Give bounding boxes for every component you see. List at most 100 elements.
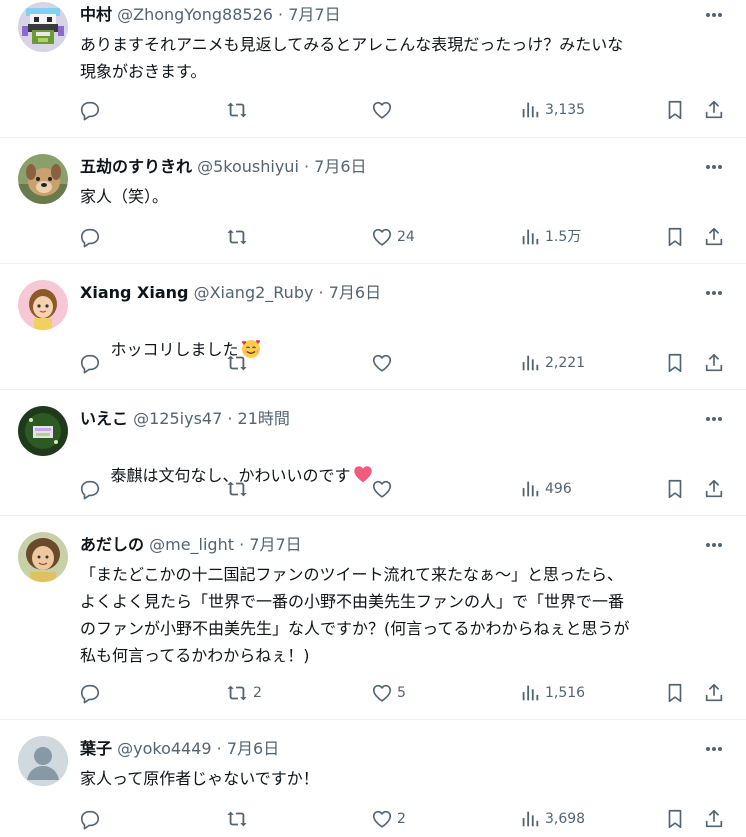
heart-icon	[371, 99, 393, 121]
action-bar: 2,221	[0, 351, 746, 375]
like-button[interactable]: 2	[371, 807, 406, 831]
more-options-icon[interactable]	[700, 156, 728, 178]
reply-button[interactable]	[79, 98, 105, 122]
green-illustration-avatar[interactable]	[18, 406, 68, 456]
separator-dot: ·	[216, 739, 222, 758]
timestamp[interactable]: 7月7日	[249, 535, 301, 554]
tweet[interactable]: いえこ @125iys47 · 21時間 泰麒は文句なし、かわいいのです 496	[0, 390, 746, 516]
tweet[interactable]: 中村 @ZhongYong88526 · 7月7日 ありますそれアニメも見返して…	[0, 0, 746, 138]
view-count: 1.5万	[545, 229, 582, 245]
bar-chart-icon	[519, 682, 541, 704]
view-count: 3,698	[545, 811, 586, 827]
display-name[interactable]: 葉子	[80, 739, 112, 758]
views-button[interactable]: 496	[519, 477, 572, 501]
bookmark-icon	[664, 682, 686, 704]
more-options-icon[interactable]	[700, 4, 728, 26]
view-count: 1,516	[545, 685, 586, 701]
like-button[interactable]: 5	[371, 681, 406, 705]
more-options-icon[interactable]	[700, 282, 728, 304]
reply-icon	[79, 808, 101, 830]
display-name[interactable]: あだしの	[80, 535, 144, 554]
display-name[interactable]: 五劫のすりきれ	[80, 157, 192, 176]
pixel-art-avatar[interactable]	[18, 2, 68, 52]
bookmark-button[interactable]	[664, 225, 686, 249]
timestamp[interactable]: 7月7日	[288, 5, 340, 24]
bookmark-button[interactable]	[664, 351, 686, 375]
action-bar: 2 3,698	[0, 807, 746, 831]
bookmark-button[interactable]	[664, 681, 686, 705]
heart-icon	[371, 226, 393, 248]
like-button[interactable]	[371, 98, 397, 122]
like-button[interactable]	[371, 351, 397, 375]
tweet-header: 五劫のすりきれ @5koushiyui · 7月6日	[80, 156, 367, 178]
share-icon	[703, 808, 725, 830]
separator-dot: ·	[303, 157, 310, 176]
user-handle[interactable]: @ZhongYong88526	[117, 5, 273, 24]
separator-dot: ·	[227, 409, 233, 428]
reply-button[interactable]	[79, 681, 105, 705]
reply-button[interactable]	[79, 477, 105, 501]
display-name[interactable]: 中村	[80, 5, 112, 24]
user-handle[interactable]: @125iys47	[133, 409, 222, 428]
more-options-icon[interactable]	[700, 738, 728, 760]
action-bar: 3,135	[0, 98, 746, 122]
timestamp[interactable]: 7月6日	[227, 739, 279, 758]
display-name[interactable]: いえこ	[80, 409, 128, 428]
share-button[interactable]	[703, 225, 725, 249]
retweet-icon	[225, 352, 249, 374]
bookmark-icon	[664, 226, 686, 248]
share-button[interactable]	[703, 681, 725, 705]
user-handle[interactable]: @yoko4449	[117, 739, 211, 758]
share-button[interactable]	[703, 807, 725, 831]
retweet-icon	[225, 99, 249, 121]
views-button[interactable]: 3,135	[519, 98, 585, 122]
retweet-button[interactable]	[225, 477, 253, 501]
reply-button[interactable]	[79, 351, 105, 375]
bar-chart-icon	[519, 478, 541, 500]
views-button[interactable]: 3,698	[519, 807, 585, 831]
share-button[interactable]	[703, 351, 725, 375]
views-button[interactable]: 2,221	[519, 351, 585, 375]
bookmark-button[interactable]	[664, 807, 686, 831]
like-button[interactable]: 24	[371, 225, 415, 249]
tweet-text: 家人って原作者じゃないですか！	[80, 769, 319, 788]
views-button[interactable]: 1.5万	[519, 225, 581, 249]
more-options-icon[interactable]	[700, 534, 728, 556]
reply-button[interactable]	[79, 225, 105, 249]
reply-button[interactable]	[79, 807, 105, 831]
retweet-button[interactable]	[225, 807, 253, 831]
reply-icon	[79, 352, 101, 374]
bookmark-button[interactable]	[664, 477, 686, 501]
timestamp[interactable]: 7月6日	[329, 283, 381, 302]
share-button[interactable]	[703, 477, 725, 501]
retweet-button[interactable]	[225, 351, 253, 375]
user-handle[interactable]: @me_light	[149, 535, 234, 554]
display-name[interactable]: Xiang Xiang	[80, 283, 189, 302]
share-icon	[703, 682, 725, 704]
reply-icon	[79, 226, 101, 248]
tweet[interactable]: Xiang Xiang @Xiang2_Ruby · 7月6日 ホッコリしました	[0, 264, 746, 390]
bookmark-button[interactable]	[664, 98, 686, 122]
user-handle[interactable]: @Xiang2_Ruby	[194, 283, 314, 302]
dog-photo-avatar[interactable]	[18, 154, 68, 204]
tweet[interactable]: 葉子 @yoko4449 · 7月6日 家人って原作者じゃないですか！ 2 3,…	[0, 720, 746, 837]
default-user-avatar[interactable]	[18, 736, 68, 786]
bookmark-icon	[664, 808, 686, 830]
tweet[interactable]: 五劫のすりきれ @5koushiyui · 7月6日 家人（笑）。 24 1.5…	[0, 138, 746, 264]
reply-icon	[79, 682, 101, 704]
more-options-icon[interactable]	[700, 408, 728, 430]
retweet-button[interactable]	[225, 98, 253, 122]
retweet-button[interactable]	[225, 225, 253, 249]
tweet[interactable]: あだしの @me_light · 7月7日 「またどこかの十二国記ファンのツイー…	[0, 516, 746, 720]
retweet-icon	[225, 682, 249, 704]
retweet-button[interactable]: 2	[225, 681, 262, 705]
separator-dot: ·	[278, 5, 284, 24]
user-handle[interactable]: @5koushiyui	[197, 157, 299, 176]
timestamp[interactable]: 7月6日	[314, 157, 366, 176]
portrait-photo-avatar[interactable]	[18, 532, 68, 582]
cartoon-girl-avatar[interactable]	[18, 280, 68, 330]
share-button[interactable]	[703, 98, 725, 122]
like-button[interactable]	[371, 477, 397, 501]
timestamp[interactable]: 21時間	[238, 409, 290, 428]
views-button[interactable]: 1,516	[519, 681, 585, 705]
